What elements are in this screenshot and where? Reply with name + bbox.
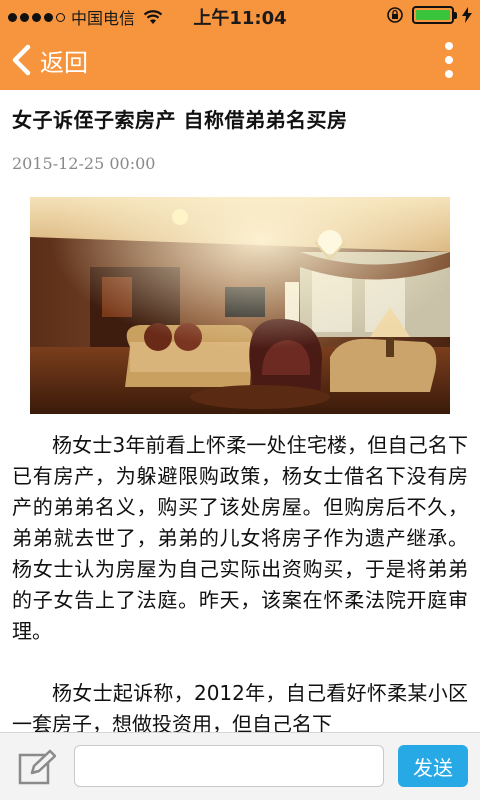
back-label: 返回 — [40, 48, 88, 77]
article-paragraph: 杨女士起诉称，2012年，自己看好怀柔某小区一套房子，想做投资用，但自己名下 — [12, 681, 468, 732]
edit-pencil-icon[interactable] — [18, 749, 56, 785]
back-button[interactable]: 返回 — [10, 30, 88, 90]
article-image — [30, 197, 450, 414]
status-bar: 中国电信 上午11:04 — [0, 0, 480, 30]
comment-input[interactable] — [74, 745, 384, 787]
rotation-lock-icon — [387, 7, 403, 23]
battery-level — [416, 10, 450, 20]
chevron-left-icon — [12, 44, 31, 76]
navigation-bar: 返回 — [0, 30, 480, 90]
living-room-photo — [30, 197, 450, 414]
send-button[interactable]: 发送 — [398, 745, 468, 787]
article-body: 杨女士3年前看上怀柔一处住宅楼，但自己名下已有房产，为躲避限购政策，杨女士借名下… — [12, 430, 468, 732]
more-vertical-icon[interactable] — [442, 42, 456, 78]
comment-composer: 发送 — [0, 732, 480, 800]
status-right — [386, 6, 472, 24]
battery-icon — [412, 6, 457, 24]
article-date: 2015-12-25 00:00 — [12, 154, 156, 173]
article-content[interactable]: 女子诉侄子索房产 自称借弟弟名买房 2015-12-25 00:00 杨女士3年… — [0, 90, 480, 732]
article-paragraph: 杨女士3年前看上怀柔一处住宅楼，但自己名下已有房产，为躲避限购政策，杨女士借名下… — [12, 433, 468, 643]
article-title: 女子诉侄子索房产 自称借弟弟名买房 — [12, 108, 348, 132]
charging-bolt-icon — [462, 7, 472, 23]
